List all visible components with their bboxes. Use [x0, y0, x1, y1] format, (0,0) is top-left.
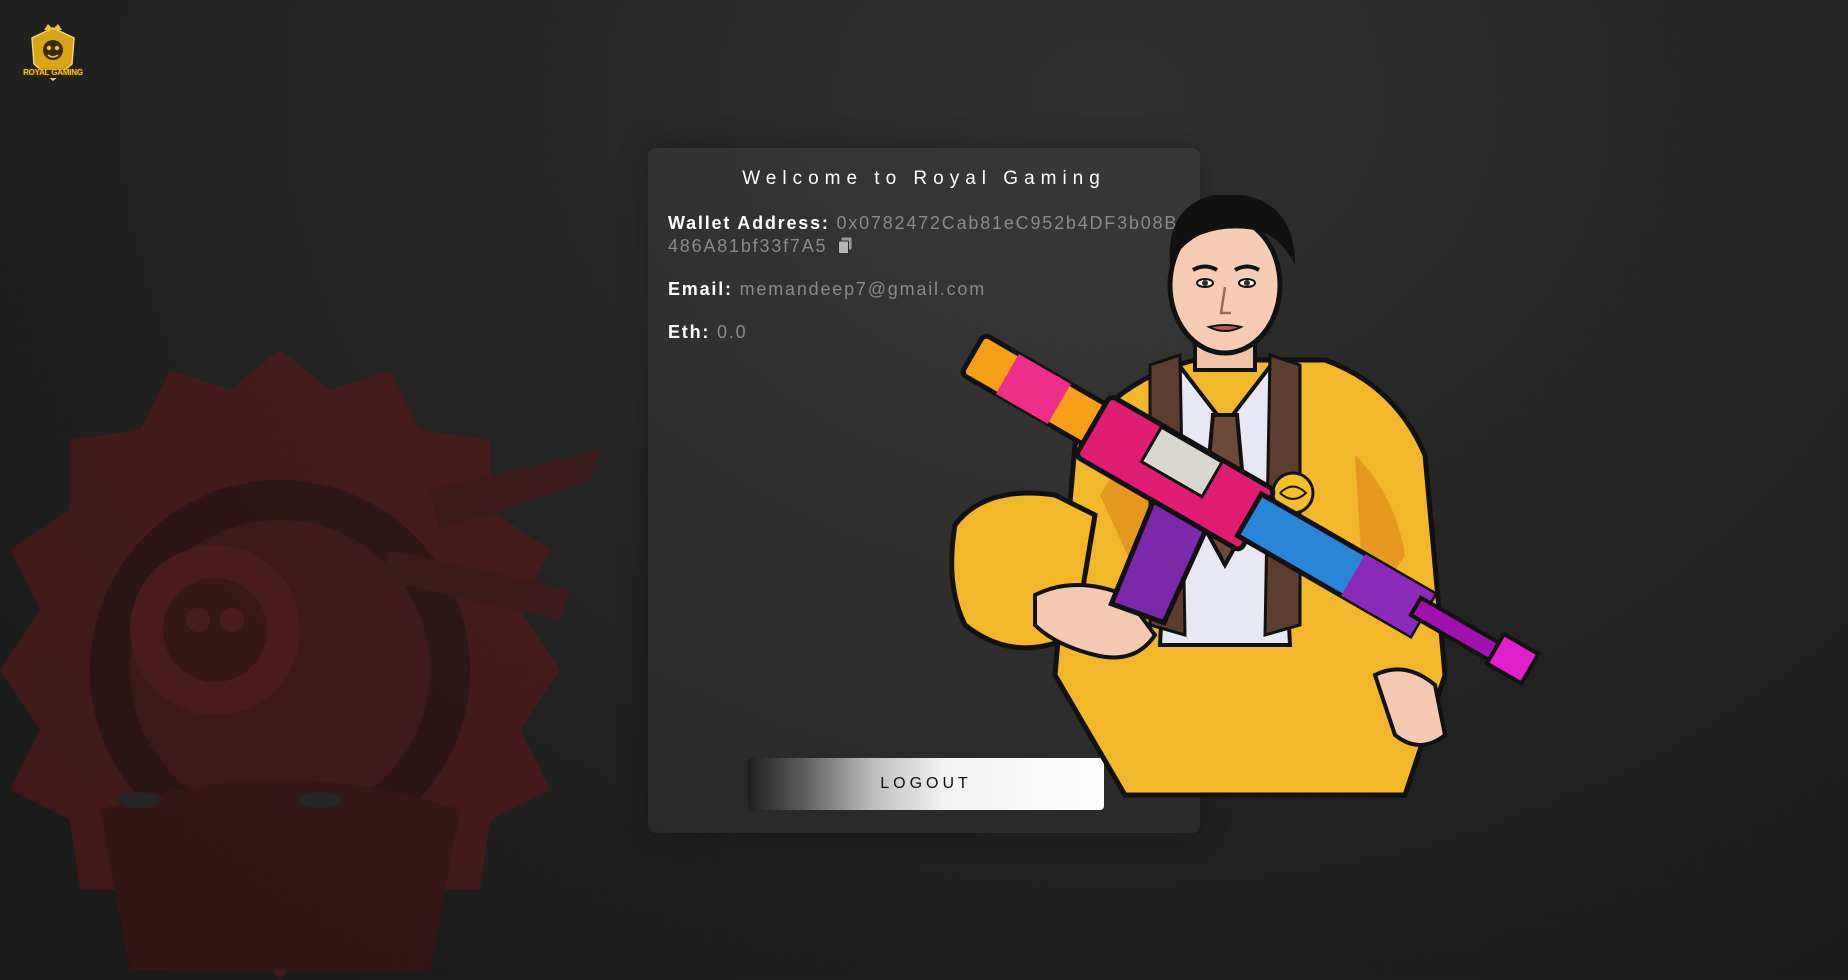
logo-text: ROYAL GAMING: [23, 68, 83, 77]
email-label: Email:: [668, 279, 733, 299]
page-title: Welcome to Royal Gaming: [742, 168, 1106, 189]
wallet-address-label: Wallet Address:: [668, 213, 830, 233]
royal-gaming-logo[interactable]: ROYAL GAMING: [22, 22, 84, 88]
eth-value: 0.0: [717, 322, 748, 342]
eth-row: Eth: 0.0: [668, 321, 747, 344]
skull-gear-emblem-icon: [0, 350, 600, 980]
gamer-character-illustration: [949, 195, 1542, 798]
royal-gaming-logo-icon: [28, 24, 78, 81]
eth-label: Eth:: [668, 322, 711, 342]
copy-icon[interactable]: [838, 237, 852, 260]
